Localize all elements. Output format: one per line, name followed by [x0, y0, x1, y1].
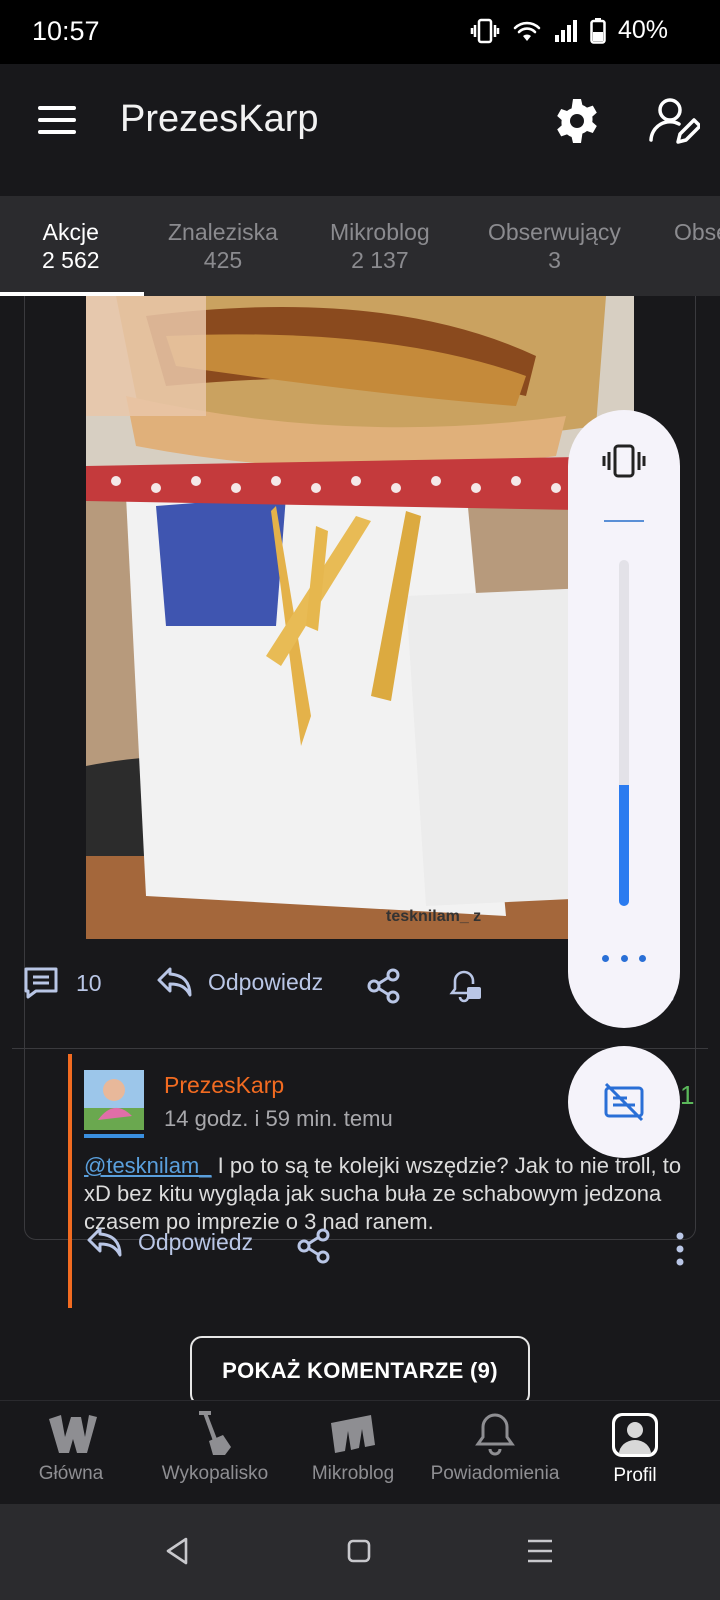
- profile-tabs: Akcje 2 562 Znaleziska 425 Mikroblog 2 1…: [0, 196, 720, 296]
- vibrate-mode-icon[interactable]: [602, 444, 646, 478]
- live-caption-button[interactable]: [568, 1046, 680, 1158]
- menu-icon[interactable]: [38, 106, 76, 136]
- reply-icon: [157, 967, 192, 997]
- comment-accent-bar: [68, 1054, 72, 1308]
- system-navigation-bar: [0, 1504, 720, 1600]
- nav-label: Główna: [38, 1463, 104, 1484]
- comment-time: 14 godz. i 59 min. temu: [164, 1106, 393, 1131]
- avatar[interactable]: [84, 1070, 144, 1130]
- volume-panel: [568, 410, 680, 1028]
- page-title: PrezesKarp: [120, 98, 319, 140]
- nav-profil[interactable]: Profil: [560, 1411, 710, 1487]
- nav-label: Profil: [613, 1465, 657, 1486]
- status-icons: 40%: [470, 16, 668, 45]
- tab-mikroblog[interactable]: Mikroblog 2 137: [330, 218, 430, 274]
- tab-label: Mikroblog: [330, 219, 430, 245]
- show-comments-button[interactable]: POKAŻ KOMENTARZE (9): [190, 1336, 530, 1400]
- comment-reply-button[interactable]: Odpowiedz: [86, 1226, 253, 1258]
- battery-percent: 40%: [617, 16, 668, 44]
- app-bar: PrezesKarp: [0, 64, 720, 192]
- tab-akcje[interactable]: Akcje 2 562: [42, 218, 100, 274]
- wykop-logo-icon: [49, 1415, 97, 1453]
- shovel-icon: [199, 1411, 231, 1455]
- ringer-mode-indicator: [604, 520, 644, 522]
- observe-bell-icon[interactable]: [448, 968, 484, 1004]
- share-icon[interactable]: [296, 1228, 332, 1264]
- vibrate-icon: [470, 18, 500, 43]
- comments-count: 10: [76, 969, 102, 996]
- home-icon[interactable]: [346, 1538, 372, 1564]
- comment-score: 1: [680, 1080, 695, 1110]
- nav-label: Mikroblog: [311, 1463, 395, 1484]
- captions-off-icon: [604, 1082, 644, 1122]
- content-area[interactable]: tesknilam_ z 10 Odpowiedz PrezesKarp 14 …: [0, 296, 720, 1400]
- tab-obserwujacy[interactable]: Obserwujący 3: [488, 218, 621, 274]
- back-icon[interactable]: [162, 1536, 192, 1566]
- tab-label: Znaleziska: [168, 219, 278, 245]
- wifi-icon: [513, 21, 541, 41]
- tab-count: 425: [203, 247, 243, 273]
- tab-count: 2 562: [42, 247, 100, 273]
- nav-mikroblog[interactable]: Mikroblog: [278, 1411, 428, 1485]
- tab-label: Obserwujący: [488, 219, 621, 245]
- bottom-navigation: Główna Wykopalisko Mikroblog Powiadomien…: [0, 1400, 720, 1504]
- comment-text: @tesknilam_ I po to są te kolejki wszędz…: [84, 1152, 704, 1236]
- battery-icon: [590, 17, 606, 44]
- tab-obserwowani[interactable]: Obse: [674, 218, 720, 246]
- mention-link[interactable]: @tesknilam_: [84, 1153, 212, 1178]
- food-photo: [86, 296, 634, 939]
- volume-more-icon[interactable]: [602, 950, 646, 966]
- nav-label: Wykopalisko: [161, 1463, 269, 1484]
- tab-label: Akcje: [42, 219, 99, 245]
- post-image[interactable]: tesknilam_ z: [86, 296, 634, 939]
- nav-label: Powiadomienia: [430, 1463, 560, 1484]
- nav-powiadomienia[interactable]: Powiadomienia: [420, 1411, 570, 1485]
- bell-icon: [475, 1413, 515, 1456]
- reply-label: Odpowiedz: [208, 968, 324, 995]
- comments-count-button[interactable]: 10: [22, 966, 102, 1000]
- volume-level: [619, 784, 629, 906]
- share-icon[interactable]: [366, 968, 402, 1004]
- comment-author[interactable]: PrezesKarp: [164, 1072, 284, 1099]
- profile-icon: [612, 1413, 658, 1457]
- avatar-indicator: [84, 1134, 144, 1138]
- reply-label: Odpowiedz: [138, 1228, 254, 1255]
- tab-count: 2 137: [351, 247, 409, 273]
- mikroblog-logo-icon: [331, 1415, 375, 1453]
- status-time: 10:57: [32, 16, 100, 46]
- more-options-icon[interactable]: [674, 1230, 686, 1268]
- status-bar: 10:57 40%: [0, 0, 720, 64]
- tab-label: Obse: [674, 219, 720, 245]
- comments-icon: [24, 967, 58, 999]
- tab-count: 3: [548, 247, 561, 273]
- recents-menu-icon[interactable]: [526, 1538, 554, 1564]
- reply-icon: [87, 1227, 122, 1257]
- gear-icon[interactable]: [552, 96, 602, 146]
- nav-glowna[interactable]: Główna: [0, 1411, 146, 1485]
- signal-icon: [554, 19, 577, 42]
- nav-wykopalisko[interactable]: Wykopalisko: [140, 1411, 290, 1485]
- image-watermark: tesknilam_ z: [386, 908, 482, 925]
- edit-profile-icon[interactable]: [648, 96, 700, 148]
- reply-button[interactable]: Odpowiedz: [156, 966, 323, 998]
- tab-znaleziska[interactable]: Znaleziska 425: [168, 218, 278, 274]
